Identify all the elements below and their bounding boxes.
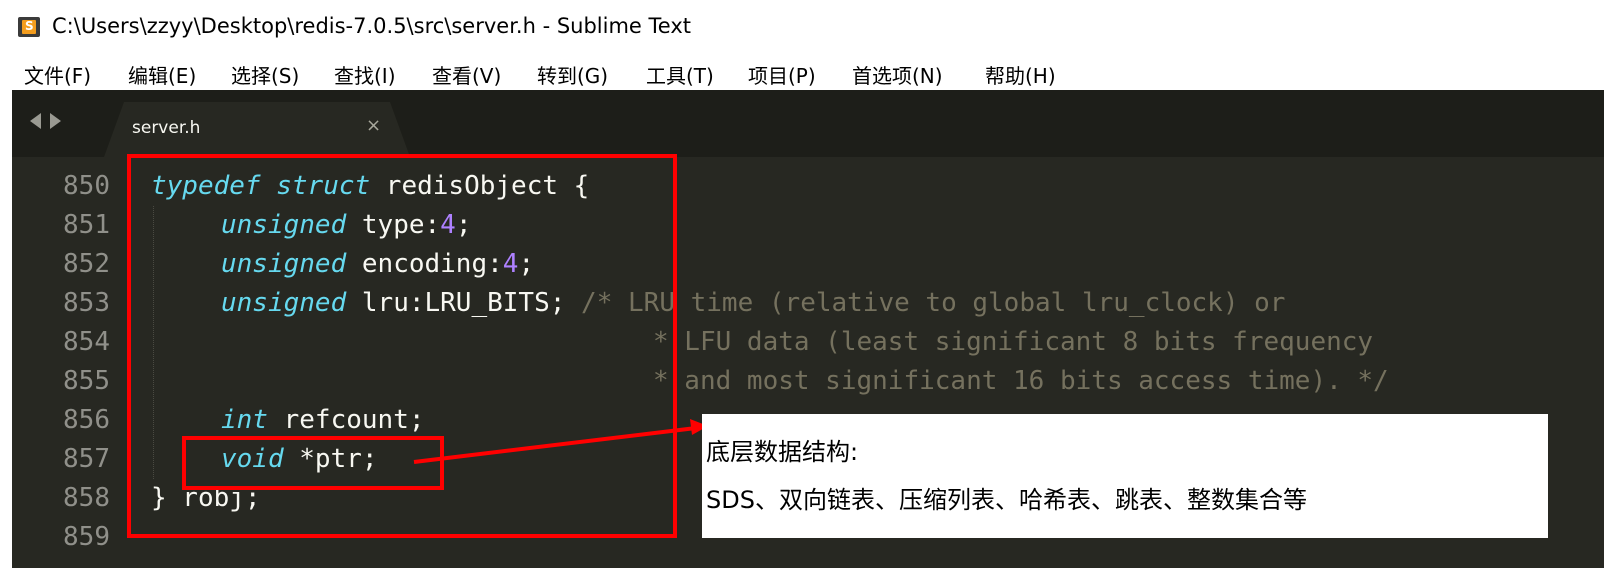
line-number: 851 (63, 210, 110, 240)
ptr-highlight-box (182, 436, 444, 490)
triangle-left-icon[interactable] (30, 113, 41, 129)
tab-label: server.h (132, 118, 201, 138)
code-line-854: * LFU data (least significant 8 bits fre… (653, 327, 1374, 357)
line-number: 858 (63, 483, 110, 513)
menu-project[interactable]: 项目(P) (748, 60, 816, 89)
window-title: C:\Users\zzyy\Desktop\redis-7.0.5\src\se… (52, 14, 691, 38)
line-number: 856 (63, 405, 110, 435)
line-number: 850 (63, 171, 110, 201)
menu-bar: 文件(F) 编辑(E) 选择(S) 查找(I) 查看(V) 转到(G) 工具(T… (0, 56, 1604, 90)
tab-server-h[interactable]: server.h × (104, 102, 410, 157)
menu-view[interactable]: 查看(V) (432, 60, 501, 89)
menu-preferences[interactable]: 首选项(N) (852, 60, 943, 89)
annotation-callout: 底层数据结构: SDS、双向链表、压缩列表、哈希表、跳表、整数集合等 (702, 414, 1548, 538)
menu-find[interactable]: 查找(I) (334, 60, 396, 89)
tab-bar: server.h × (12, 90, 1604, 157)
line-number: 854 (63, 327, 110, 357)
callout-title: 底层数据结构: (706, 438, 859, 466)
comment: /* LRU time (relative to global lru_cloc… (581, 288, 1286, 318)
triangle-right-icon[interactable] (50, 113, 61, 129)
title-bar: C:\Users\zzyy\Desktop\redis-7.0.5\src\se… (0, 0, 1604, 56)
menu-selection[interactable]: 选择(S) (231, 60, 299, 89)
menu-tools[interactable]: 工具(T) (646, 60, 714, 89)
menu-help[interactable]: 帮助(H) (985, 60, 1056, 89)
line-number: 859 (63, 522, 110, 552)
callout-body: SDS、双向链表、压缩列表、哈希表、跳表、整数集合等 (706, 486, 1307, 514)
line-number-gutter: 850 851 852 853 854 855 856 857 858 859 (12, 167, 122, 567)
menu-edit[interactable]: 编辑(E) (128, 60, 196, 89)
menu-file[interactable]: 文件(F) (24, 60, 91, 89)
line-number: 852 (63, 249, 110, 279)
line-number: 855 (63, 366, 110, 396)
sublime-text-icon (18, 17, 40, 37)
close-icon[interactable]: × (366, 115, 381, 136)
menu-goto[interactable]: 转到(G) (537, 60, 608, 89)
code-line-855: * and most significant 16 bits access ti… (653, 366, 1389, 396)
line-number: 857 (63, 444, 110, 474)
line-number: 853 (63, 288, 110, 318)
